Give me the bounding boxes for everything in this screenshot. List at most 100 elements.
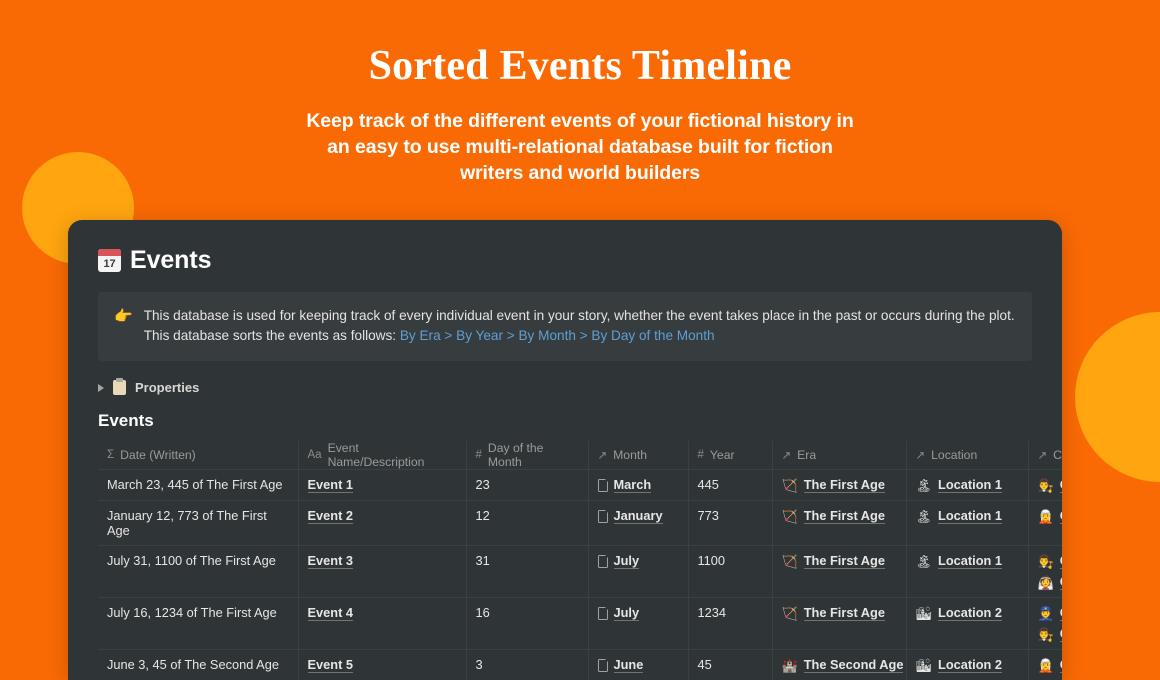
era-item[interactable]: 🏰 The Second Age <box>782 657 897 673</box>
island-icon: 🏝 <box>916 509 933 524</box>
database-table-scroll[interactable]: Σ Date (Written) Aa Event Name/Descripti… <box>68 441 1062 680</box>
background-circle-right <box>1075 312 1160 482</box>
cell-characters[interactable]: 👨‍⚖️ Charac 👰 Charac <box>1028 546 1062 598</box>
era-item[interactable]: 🏹 The First Age <box>782 477 897 493</box>
month-item[interactable]: June <box>598 657 679 673</box>
character-item[interactable]: 👨‍⚖️ Charac <box>1038 553 1063 569</box>
column-header-day[interactable]: # Day of the Month <box>466 441 588 470</box>
cell-era[interactable]: 🏹 The First Age <box>772 598 906 650</box>
cell-event-name[interactable]: Event 1 <box>298 470 466 501</box>
cell-era[interactable]: 🏹 The First Age <box>772 501 906 546</box>
properties-toggle[interactable]: Properties <box>98 380 1032 395</box>
month-item[interactable]: July <box>598 605 679 621</box>
cell-era[interactable]: 🏹 The First Age <box>772 546 906 598</box>
subtitle-line-1: Keep track of the different events of yo… <box>0 108 1160 134</box>
era-label: The First Age <box>804 508 885 524</box>
event-name-link[interactable]: Event 5 <box>308 657 354 673</box>
page-document-icon <box>598 555 608 568</box>
column-header-year[interactable]: # Year <box>688 441 772 470</box>
month-item[interactable]: January <box>598 508 679 524</box>
month-item[interactable]: March <box>598 477 679 493</box>
character-item[interactable]: 🧝 Charac <box>1038 508 1063 524</box>
clipboard-icon <box>113 380 126 395</box>
character-label: Charac <box>1060 657 1062 673</box>
character-item[interactable]: 👨‍⚖️ Charac <box>1038 477 1063 493</box>
column-label: Day of the Month <box>488 441 579 469</box>
column-label: Charac <box>1053 448 1062 462</box>
judge-icon: 👨‍⚖️ <box>1038 627 1054 642</box>
cell-month[interactable]: July <box>588 546 688 598</box>
location-item[interactable]: 🏙 Location 2 <box>916 657 1019 673</box>
page-document-icon <box>598 510 608 523</box>
cell-month[interactable]: June <box>588 650 688 680</box>
cell-year: 445 <box>688 470 772 501</box>
section-heading: Events <box>98 411 1032 431</box>
location-item[interactable]: 🏝 Location 1 <box>916 477 1019 493</box>
location-item[interactable]: 🏙 Location 2 <box>916 605 1019 621</box>
event-name-link[interactable]: Event 2 <box>308 508 354 524</box>
era-item[interactable]: 🏹 The First Age <box>782 553 897 569</box>
cell-event-name[interactable]: Event 4 <box>298 598 466 650</box>
cell-characters[interactable]: 🧝 Charac <box>1028 501 1062 546</box>
location-item[interactable]: 🏝 Location 1 <box>916 508 1019 524</box>
cell-era[interactable]: 🏰 The Second Age <box>772 650 906 680</box>
era-label: The First Age <box>804 605 885 621</box>
era-item[interactable]: 🏹 The First Age <box>782 605 897 621</box>
cityscape-icon: 🏙 <box>916 658 933 673</box>
table-row[interactable]: March 23, 445 of The First AgeEvent 123 … <box>98 470 1062 501</box>
cell-event-name[interactable]: Event 3 <box>298 546 466 598</box>
cell-era[interactable]: 🏹 The First Age <box>772 470 906 501</box>
cell-event-name[interactable]: Event 2 <box>298 501 466 546</box>
month-item[interactable]: July <box>598 553 679 569</box>
table-row[interactable]: July 16, 1234 of The First AgeEvent 416 … <box>98 598 1062 650</box>
character-item[interactable]: 👮 Charac <box>1038 605 1063 621</box>
cell-location[interactable]: 🏙 Location 2 <box>906 598 1028 650</box>
character-label: Charac <box>1060 574 1062 590</box>
callout-text: This database is used for keeping track … <box>144 306 1016 346</box>
cell-location[interactable]: 🏝 Location 1 <box>906 470 1028 501</box>
cell-event-name[interactable]: Event 5 <box>298 650 466 680</box>
character-item[interactable]: 👨‍⚖️ Charac <box>1038 626 1063 642</box>
cell-location[interactable]: 🏙 Location 2 <box>906 650 1028 680</box>
cell-day: 16 <box>466 598 588 650</box>
character-label: Charac <box>1060 508 1062 524</box>
cell-month[interactable]: March <box>588 470 688 501</box>
events-table: Σ Date (Written) Aa Event Name/Descripti… <box>98 441 1062 680</box>
caret-right-icon[interactable] <box>98 384 104 392</box>
column-header-era[interactable]: ↗ Era <box>772 441 906 470</box>
column-header-location[interactable]: ↗ Location <box>906 441 1028 470</box>
character-item[interactable]: 👰 Charac <box>1038 574 1063 590</box>
era-item[interactable]: 🏹 The First Age <box>782 508 897 524</box>
location-label: Location 1 <box>938 477 1002 493</box>
judge-icon: 👨‍⚖️ <box>1038 554 1054 569</box>
column-label: Month <box>613 448 647 462</box>
month-label: July <box>614 553 640 569</box>
cell-month[interactable]: July <box>588 598 688 650</box>
column-header-date[interactable]: Σ Date (Written) <box>98 441 298 470</box>
event-name-link[interactable]: Event 1 <box>308 477 354 493</box>
column-header-characters[interactable]: ↗ Charac <box>1028 441 1062 470</box>
event-name-link[interactable]: Event 4 <box>308 605 354 621</box>
column-header-event-name[interactable]: Aa Event Name/Description <box>298 441 466 470</box>
cell-month[interactable]: January <box>588 501 688 546</box>
cell-characters[interactable]: 🧝 Charac <box>1028 650 1062 680</box>
cell-location[interactable]: 🏝 Location 1 <box>906 501 1028 546</box>
column-header-month[interactable]: ↗ Month <box>588 441 688 470</box>
judge-icon: 👨‍⚖️ <box>1038 478 1054 493</box>
cell-location[interactable]: 🏝 Location 1 <box>906 546 1028 598</box>
location-label: Location 1 <box>938 508 1002 524</box>
location-item[interactable]: 🏝 Location 1 <box>916 553 1019 569</box>
character-item[interactable]: 🧝 Charac <box>1038 657 1063 673</box>
cell-characters[interactable]: 👮 Charac 👨‍⚖️ Charac <box>1028 598 1062 650</box>
cell-characters[interactable]: 👨‍⚖️ Charac <box>1028 470 1062 501</box>
table-row[interactable]: July 31, 1100 of The First AgeEvent 331 … <box>98 546 1062 598</box>
cell-day: 23 <box>466 470 588 501</box>
era-label: The First Age <box>804 553 885 569</box>
event-name-link[interactable]: Event 3 <box>308 553 354 569</box>
table-row[interactable]: January 12, 773 of The First AgeEvent 21… <box>98 501 1062 546</box>
table-header-row: Σ Date (Written) Aa Event Name/Descripti… <box>98 441 1062 470</box>
sort-order-link[interactable]: By Era > By Year > By Month > By Day of … <box>400 328 715 343</box>
table-row[interactable]: June 3, 45 of The Second AgeEvent 53 Jun… <box>98 650 1062 680</box>
elf-icon: 🧝 <box>1038 658 1054 673</box>
cell-year: 1234 <box>688 598 772 650</box>
